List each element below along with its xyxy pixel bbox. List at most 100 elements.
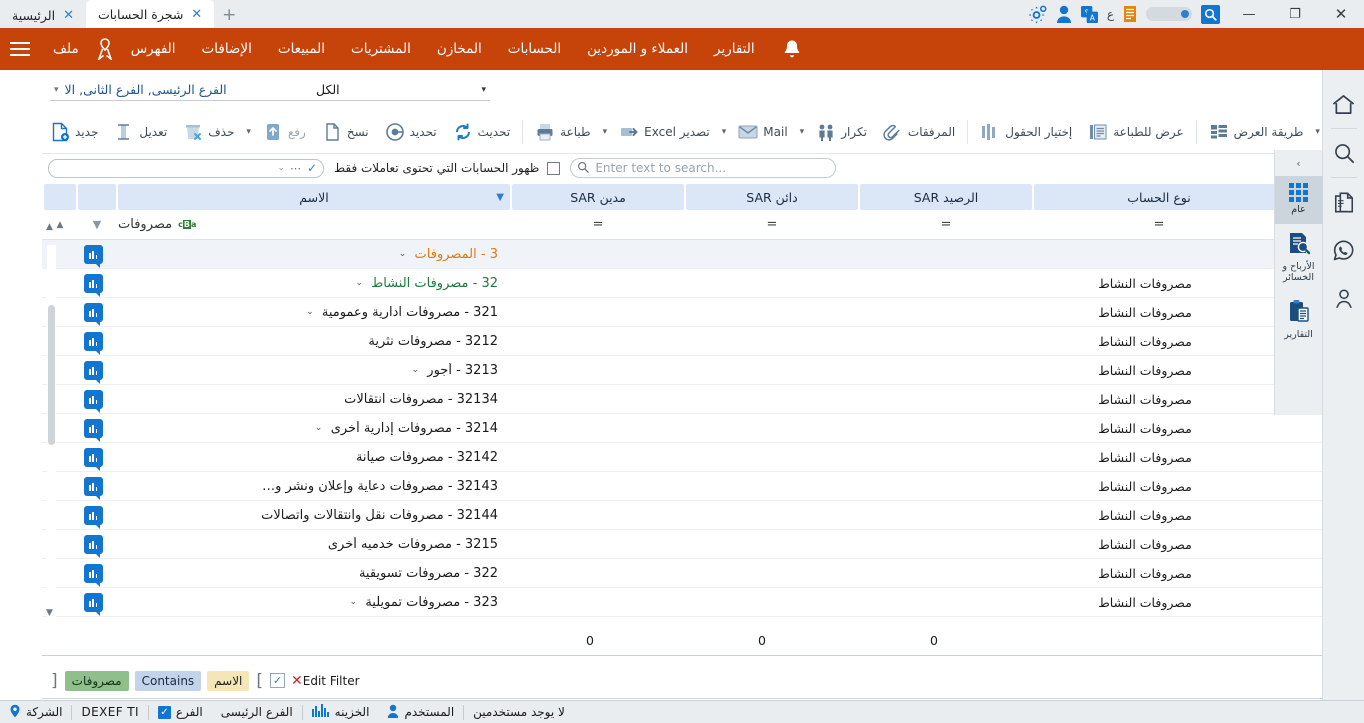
cell-account-type[interactable]: مصروفات النشاط	[1020, 334, 1270, 349]
panel-item-profit-loss[interactable]: الأرباح و الخسائر	[1275, 224, 1323, 292]
tab-home[interactable]: الرئيسية ✕	[0, 2, 86, 28]
menu-item-sales[interactable]: المبيعات	[265, 28, 338, 70]
panel-item-reports[interactable]: التقارير	[1275, 292, 1323, 349]
account-chart-icon[interactable]	[83, 302, 103, 326]
filter-chip-value[interactable]: مصروفات	[64, 670, 129, 691]
row-actions-cell[interactable]	[74, 302, 112, 326]
column-header-debit[interactable]: مدين SAR	[512, 184, 684, 210]
column-header-account-type[interactable]: نوع الحساب	[1034, 184, 1284, 210]
cell-account-type[interactable]: مصروفات النشاط	[1020, 508, 1270, 523]
menu-item-reports[interactable]: التقارير	[701, 28, 768, 70]
chevron-down-icon[interactable]: ⌄	[277, 163, 285, 173]
attachments-button[interactable]: المرفقات	[875, 114, 963, 150]
restore-button[interactable]: ❐	[1272, 0, 1318, 28]
cell-account-type[interactable]: مصروفات النشاط	[1020, 537, 1270, 552]
panel-collapse-arrow[interactable]: ›	[1275, 150, 1323, 176]
table-row[interactable]: ⌄ 321 - مصروفات ادارية وعمومية مصروفات الن…	[42, 298, 1364, 327]
expand-collapse-chevron-down-icon[interactable]: ⌄	[353, 278, 365, 288]
account-chart-icon[interactable]	[83, 389, 103, 413]
row-actions-cell[interactable]	[74, 331, 112, 355]
row-actions-cell[interactable]	[74, 505, 112, 529]
ellipsis-icon[interactable]: ⋯	[290, 162, 302, 175]
tab-chart-of-accounts[interactable]: شجرة الحسابات ✕	[85, 0, 215, 28]
upload-button[interactable]: رفع	[255, 114, 314, 150]
account-name-cell[interactable]: ⌄3215 - مصروفات خدميه أخرى	[112, 537, 504, 552]
filter-remove-icon[interactable]: ✕	[291, 673, 303, 689]
search-input[interactable]	[593, 159, 830, 177]
account-chart-icon[interactable]	[83, 505, 103, 529]
filter-chip-operator[interactable]: Contains	[134, 670, 202, 691]
account-name-cell[interactable]: ⌄32142 - مصروفات صيانة	[112, 450, 504, 465]
language-icon[interactable]: ؟ A	[1080, 5, 1098, 23]
account-chart-icon[interactable]	[83, 331, 103, 355]
new-button[interactable]: جديد	[42, 114, 106, 150]
account-name-cell[interactable]: ⌄ 3214 - مصروفات إدارية أخرى	[112, 421, 504, 436]
user-icon[interactable]	[1056, 5, 1072, 23]
account-chart-icon[interactable]	[83, 360, 103, 384]
table-row[interactable]: ⌄ 3213 - أجور مصروفات النشاط	[42, 356, 1364, 385]
scroll-down-icon[interactable]: ▼	[44, 608, 55, 622]
filter-enabled-checkbox[interactable]: ✓	[270, 673, 286, 688]
account-name-cell[interactable]: ⌄ 321 - مصروفات ادارية وعمومية	[112, 305, 504, 320]
copy-button[interactable]: نسخ	[314, 114, 377, 150]
row-actions-cell[interactable]	[74, 476, 112, 500]
row-actions-cell[interactable]	[74, 447, 112, 471]
account-lookup-input[interactable]: ⌄ ⋯ ✓	[48, 158, 324, 178]
search-box[interactable]	[570, 158, 837, 178]
home-icon[interactable]	[1323, 80, 1364, 128]
cell-account-type[interactable]: مصروفات النشاط	[1020, 450, 1270, 465]
close-icon[interactable]: ✕	[63, 9, 74, 22]
menu-item-warehouses[interactable]: المخازن	[424, 28, 495, 70]
user-icon[interactable]	[1323, 274, 1364, 322]
cell-account-type[interactable]: مصروفات النشاط	[1020, 566, 1270, 581]
settings-gear-icon[interactable]	[1028, 5, 1047, 24]
export-excel-button[interactable]: تصدير Excel	[611, 114, 718, 150]
table-row[interactable]: ⌄ 3214 - مصروفات إدارية أخرى مصروفات النشا…	[42, 414, 1364, 443]
account-name-cell[interactable]: ⌄ 3213 - أجور	[112, 363, 504, 378]
menu-item-accounts[interactable]: الحسابات	[495, 28, 574, 70]
panel-item-general[interactable]: عام	[1274, 176, 1323, 224]
select-button[interactable]: تحديد	[377, 114, 445, 150]
menu-item-file[interactable]: ملف	[40, 28, 92, 70]
documents-icon[interactable]	[1323, 178, 1364, 226]
chevron-down-icon[interactable]: ▾	[599, 127, 612, 137]
scroll-up-icon[interactable]: ▲	[44, 222, 55, 236]
status-user[interactable]: المستخدم	[378, 701, 463, 723]
account-name-cell[interactable]: ⌄ 323 - مصروفات تمويلية	[112, 595, 504, 610]
table-row[interactable]: ⌄32143 - مصروفات دعاية وإعلان ونشر و… مصر…	[42, 472, 1364, 501]
account-name-cell[interactable]: ⌄32144 - مصروفات نقل وانتقالات واتصالات	[112, 508, 504, 523]
table-row[interactable]: ⌄32142 - مصروفات صيانة مصروفات النشاط	[42, 443, 1364, 472]
delete-button[interactable]: حذف	[175, 114, 242, 150]
column-header-name[interactable]: ▼ الاسم	[118, 184, 510, 210]
column-header-balance[interactable]: الرصيد SAR	[860, 184, 1032, 210]
status-company[interactable]: الشركة	[0, 701, 71, 723]
filter-cell-name[interactable]: مصروفات aBc	[118, 210, 510, 239]
account-name-cell[interactable]: ⌄ 32 - مصروفات النشاط	[112, 276, 504, 291]
cell-account-type[interactable]: مصروفات النشاط	[1020, 392, 1270, 407]
chevron-down-icon[interactable]: ▾	[796, 127, 809, 137]
filter-funnel-icon[interactable]: ▼	[496, 192, 504, 203]
account-name-cell[interactable]: ⌄322 - مصروفات تسويقية	[112, 566, 504, 581]
hamburger-icon[interactable]	[0, 28, 40, 70]
account-name-cell[interactable]: ⌄3212 - مصروفات نثرية	[112, 334, 504, 349]
filter-chip-field[interactable]: الاسم	[207, 670, 250, 691]
account-name-cell[interactable]: ⌄32134 - مصروفات انتقالات	[112, 392, 504, 407]
row-actions-cell[interactable]	[74, 273, 112, 297]
choose-fields-button[interactable]: إختيار الحقول	[972, 114, 1080, 150]
row-actions-cell[interactable]	[74, 360, 112, 384]
filter-cell-debit[interactable]: =	[512, 210, 684, 239]
table-row[interactable]: ⌄ 323 - مصروفات تمويلية مصروفات النشاط	[42, 588, 1364, 617]
menu-item-addons[interactable]: الإضافات	[189, 28, 265, 70]
status-treasury[interactable]: الخزينه	[303, 701, 379, 723]
cell-account-type[interactable]: مصروفات النشاط	[1020, 421, 1270, 436]
table-row[interactable]: ⌄322 - مصروفات تسويقية مصروفات النشاط	[42, 559, 1364, 588]
minimize-button[interactable]: —	[1226, 0, 1272, 28]
cell-account-type[interactable]: مصروفات النشاط	[1020, 305, 1270, 320]
close-window-button[interactable]: ✕	[1318, 0, 1364, 28]
expand-collapse-chevron-down-icon[interactable]: ⌄	[347, 597, 359, 607]
chevron-down-icon[interactable]: ▾	[242, 127, 255, 137]
account-chart-icon[interactable]	[83, 592, 103, 616]
menu-item-customers-suppliers[interactable]: العملاء و الموردين	[574, 28, 701, 70]
account-name-cell[interactable]: ⌄32143 - مصروفات دعاية وإعلان ونشر و…	[112, 479, 504, 494]
account-chart-icon[interactable]	[83, 244, 103, 268]
